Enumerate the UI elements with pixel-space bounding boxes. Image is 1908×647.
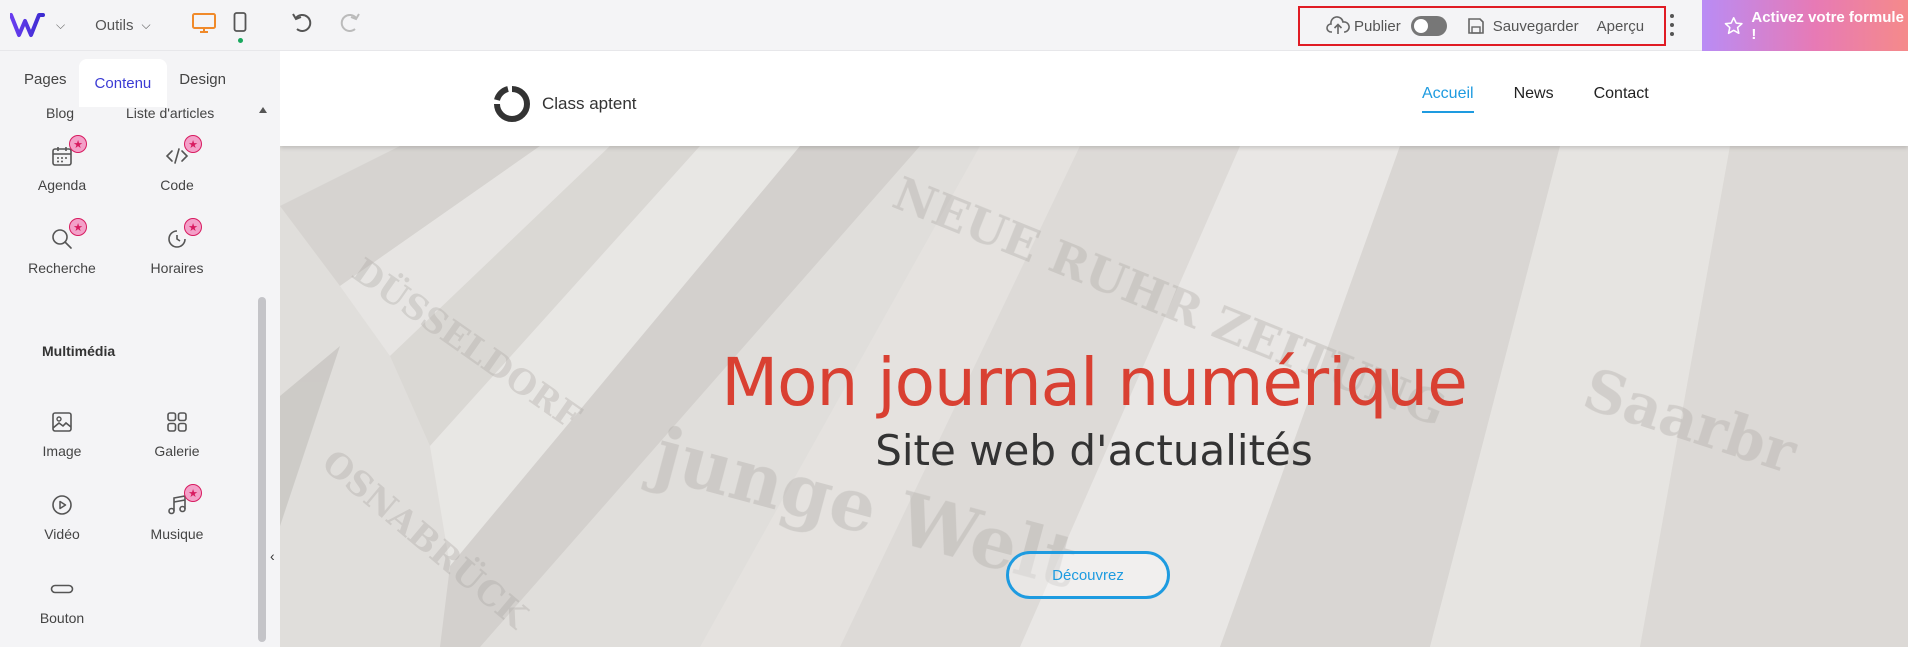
image-icon <box>49 409 75 435</box>
scroll-thumb[interactable] <box>258 297 266 642</box>
widget-label: Vidéo <box>44 526 80 542</box>
widget-code[interactable]: ★ Code <box>120 135 234 201</box>
widget-image[interactable]: Image <box>5 405 119 467</box>
active-dot <box>237 37 243 43</box>
publish-actions-group: Publier Sauvegarder Aperçu <box>1298 6 1666 46</box>
tools-label: Outils <box>95 16 134 34</box>
discover-button[interactable]: Découvrez <box>1006 551 1170 599</box>
tab-contenu[interactable]: Contenu <box>78 59 168 107</box>
publish-label: Publier <box>1354 17 1401 35</box>
site-nav: Accueil News Contact <box>1422 85 1649 113</box>
hero-subtitle: Site web d'actualités <box>875 426 1313 475</box>
redo-icon[interactable] <box>337 12 361 39</box>
hero-section: NEUE RUHR ZEITUNG DÜSSELDORF OSNABRÜCK j… <box>280 146 1908 647</box>
star-outline-icon <box>1724 16 1743 34</box>
premium-star-icon: ★ <box>69 218 87 236</box>
tools-menu[interactable]: Outils ⌵ <box>95 17 150 34</box>
preview-label: Aperçu <box>1596 17 1645 35</box>
brand-logo-icon <box>494 86 530 122</box>
music-icon: ★ <box>164 484 202 518</box>
tab-pages[interactable]: Pages <box>12 57 79 101</box>
cloud-upload-icon <box>1326 16 1350 34</box>
widget-label: Agenda <box>37 177 87 193</box>
mobile-icon[interactable] <box>233 11 247 43</box>
publish-toggle[interactable] <box>1410 16 1447 36</box>
widget-recherche[interactable]: ★ Recherche <box>5 218 119 284</box>
button-icon <box>49 576 75 602</box>
undo-icon[interactable] <box>291 12 315 39</box>
collapse-panel-icon[interactable]: ‹ <box>270 548 275 564</box>
clock-icon: ★ <box>164 218 202 252</box>
upgrade-button[interactable]: Activez votre formule ! <box>1702 0 1908 51</box>
nav-item-accueil[interactable]: Accueil <box>1422 85 1474 113</box>
calendar-icon: ★ <box>49 135 87 169</box>
panel-tabs: Pages Contenu Design <box>0 51 270 107</box>
publish-toggle-control[interactable]: Publier <box>1326 16 1447 36</box>
gallery-icon <box>164 409 190 435</box>
w-logo-icon[interactable] <box>10 10 48 40</box>
widget-agenda[interactable]: ★ Agenda <box>5 135 119 201</box>
tab-design[interactable]: Design <box>167 57 238 101</box>
widget-list: Blog Liste d'articles ★ Agenda ★ Code ★ … <box>0 107 258 647</box>
video-icon <box>49 492 75 518</box>
widget-label: Recherche <box>28 260 96 276</box>
premium-star-icon: ★ <box>184 135 202 153</box>
scroll-up-arrow-icon[interactable] <box>259 107 267 113</box>
panel-scrollbar[interactable] <box>258 107 268 647</box>
top-toolbar: ⌵ Outils ⌵ Publier Sauvegarder Aperçu Ac… <box>0 0 1908 51</box>
upgrade-label: Activez votre formule ! <box>1751 8 1904 43</box>
code-icon: ★ <box>164 135 202 169</box>
more-options-icon[interactable] <box>1666 14 1678 36</box>
widget-blog-label[interactable]: Blog <box>46 107 74 121</box>
left-panel: Pages Contenu Design Blog Liste d'articl… <box>0 51 275 647</box>
widget-label: Code <box>160 177 194 193</box>
chevron-down-icon[interactable]: ⌵ <box>56 18 65 33</box>
widget-label: Galerie <box>154 443 200 459</box>
save-icon <box>1467 18 1484 34</box>
widget-label: Image <box>42 443 82 459</box>
search-icon: ★ <box>49 218 87 252</box>
widget-article-list-label[interactable]: Liste d'articles <box>126 107 214 121</box>
chevron-down-icon: ⌵ <box>141 17 151 32</box>
widget-horaires[interactable]: ★ Horaires <box>120 218 234 284</box>
nav-item-news[interactable]: News <box>1514 85 1554 113</box>
premium-star-icon: ★ <box>69 135 87 153</box>
site-preview: Class aptent Accueil News Contact NEUE R… <box>280 51 1908 647</box>
nav-item-contact[interactable]: Contact <box>1594 85 1649 113</box>
widget-video[interactable]: Vidéo <box>5 488 119 550</box>
widget-musique[interactable]: ★ Musique <box>120 484 234 550</box>
widget-label: Bouton <box>39 610 85 626</box>
site-header: Class aptent Accueil News Contact <box>280 51 1908 146</box>
premium-star-icon: ★ <box>184 484 202 502</box>
premium-star-icon: ★ <box>184 218 202 236</box>
widget-galerie[interactable]: Galerie <box>120 405 234 467</box>
preview-button[interactable]: Aperçu <box>1597 18 1645 35</box>
widget-label: Horaires <box>150 260 204 276</box>
hero-title: Mon journal numérique <box>721 344 1468 421</box>
save-label: Sauvegarder <box>1492 17 1579 35</box>
widget-bouton[interactable]: Bouton <box>5 572 119 634</box>
brand-name: Class aptent <box>542 94 637 113</box>
section-title-multimedia: Multimédia <box>42 343 116 359</box>
desktop-icon[interactable] <box>191 12 217 39</box>
save-button[interactable]: Sauvegarder <box>1467 17 1579 35</box>
widget-label: Musique <box>150 526 204 542</box>
site-brand[interactable]: Class aptent <box>494 86 637 122</box>
